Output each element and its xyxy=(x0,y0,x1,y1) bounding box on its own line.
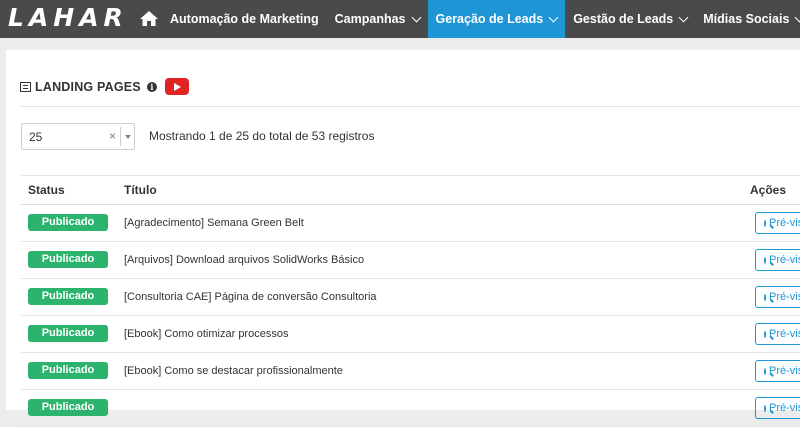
search-icon xyxy=(764,293,766,301)
info-icon[interactable]: i xyxy=(146,81,157,92)
chevron-down-icon xyxy=(411,12,421,22)
chevron-down-icon xyxy=(678,12,689,22)
chevron-down-icon xyxy=(548,12,559,22)
landing-pages-table: Status Título Ações Publicado [Agradecime… xyxy=(21,175,800,427)
preview-button[interactable]: Pré-visualizar xyxy=(755,397,800,419)
page-title: LANDING PAGES xyxy=(35,79,141,94)
nav-item-2[interactable]: Geração de Leads xyxy=(427,0,566,38)
nav-item-label: Campanhas xyxy=(334,12,406,26)
row-title[interactable]: [Arquivos] Download arquivos SolidWorks … xyxy=(124,254,364,266)
nav-item-label: Geração de Leads xyxy=(435,12,544,26)
status-badge: Publicado xyxy=(28,214,108,231)
header-actions: Ações xyxy=(750,183,787,197)
preview-label: Pré-visualizar xyxy=(769,402,800,414)
preview-button[interactable]: Pré-visualizar xyxy=(755,286,800,308)
status-badge: Publicado xyxy=(28,362,108,379)
page-header: LANDING PAGES i xyxy=(20,78,189,95)
preview-label: Pré-visualizar xyxy=(769,328,800,340)
clear-icon[interactable]: × xyxy=(109,129,116,143)
preview-button[interactable]: Pré-visualizar xyxy=(755,249,800,271)
header-status[interactable]: Status xyxy=(28,183,65,197)
records-info: Mostrando 1 de 25 do total de 53 registr… xyxy=(149,129,375,143)
nav-item-3[interactable]: Gestão de Leads xyxy=(565,0,695,38)
status-badge: Publicado xyxy=(28,288,108,305)
nav-item-label: Automação de Marketing xyxy=(170,12,319,26)
nav-item-4[interactable]: Mídias Sociais xyxy=(695,0,800,38)
home-icon[interactable] xyxy=(139,9,159,29)
table-body: Publicado [Agradecimento] Semana Green Be… xyxy=(21,205,800,427)
row-title[interactable]: [Ebook] Como otimizar processos xyxy=(124,328,288,340)
select-separator xyxy=(120,127,121,146)
table-row: Publicado Pré-visualizar xyxy=(21,390,800,427)
table-row: Publicado [Agradecimento] Semana Green Be… xyxy=(21,205,800,242)
table-row: Publicado [Consultoria CAE] Página de con… xyxy=(21,279,800,316)
search-icon xyxy=(764,330,766,338)
preview-button[interactable]: Pré-visualizar xyxy=(755,360,800,382)
list-icon xyxy=(20,81,31,92)
row-title[interactable]: [Ebook] Como se destacar profissionalmen… xyxy=(124,365,343,377)
preview-button[interactable]: Pré-visualizar xyxy=(755,323,800,345)
chevron-down-icon[interactable] xyxy=(125,135,131,139)
per-page-value: 25 xyxy=(29,130,43,144)
main-nav: Automação de Marketing Campanhas Geração d… xyxy=(162,0,800,38)
table-header: Status Título Ações xyxy=(21,175,800,205)
nav-item-label: Gestão de Leads xyxy=(573,12,674,26)
nav-item-1[interactable]: Campanhas xyxy=(327,0,428,38)
header-title[interactable]: Título xyxy=(124,183,157,197)
preview-button[interactable]: Pré-visualizar xyxy=(755,212,800,234)
lahar-logo[interactable]: LAHAR xyxy=(8,2,128,34)
top-navbar: LAHAR Automação de Marketing Campanhas Ger… xyxy=(0,0,800,38)
search-icon xyxy=(764,404,766,412)
status-badge: Publicado xyxy=(28,251,108,268)
row-title[interactable]: [Consultoria CAE] Página de conversão Co… xyxy=(124,291,377,303)
search-icon xyxy=(764,219,766,227)
search-icon xyxy=(764,256,766,264)
preview-label: Pré-visualizar xyxy=(769,365,800,377)
content-card: LANDING PAGES i 25 × Mostrando 1 de 25 d… xyxy=(6,50,800,427)
status-badge: Publicado xyxy=(28,399,108,416)
youtube-icon[interactable] xyxy=(164,78,189,95)
table-row: Publicado [Arquivos] Download arquivos So… xyxy=(21,242,800,279)
preview-label: Pré-visualizar xyxy=(769,254,800,266)
chevron-down-icon xyxy=(794,12,800,22)
search-icon xyxy=(764,367,766,375)
nav-item-label: Mídias Sociais xyxy=(703,12,790,26)
preview-label: Pré-visualizar xyxy=(769,291,800,303)
per-page-select[interactable]: 25 × xyxy=(21,123,135,150)
divider xyxy=(20,106,800,107)
table-row: Publicado [Ebook] Como otimizar processos… xyxy=(21,316,800,353)
table-row: Publicado [Ebook] Como se destacar profis… xyxy=(21,353,800,390)
status-badge: Publicado xyxy=(28,325,108,342)
nav-item-0[interactable]: Automação de Marketing xyxy=(162,0,327,38)
preview-label: Pré-visualizar xyxy=(769,217,800,229)
row-title[interactable]: [Agradecimento] Semana Green Belt xyxy=(124,217,304,229)
